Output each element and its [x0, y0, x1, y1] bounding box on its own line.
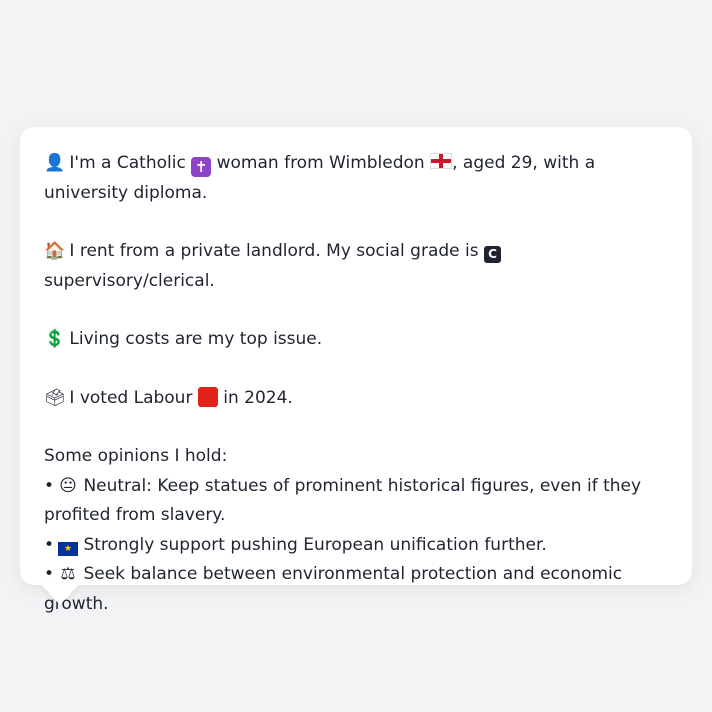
opinion-text: Strongly support pushing European unific… — [83, 534, 547, 555]
intro-text-1: I'm a Catholic — [69, 153, 186, 173]
vote-text-2: in 2024. — [223, 387, 293, 408]
house-icon: 🏠 — [44, 241, 66, 261]
speech-bubble-tail — [41, 584, 79, 605]
neutral-face-icon: 😐 — [59, 475, 77, 496]
england-flag-icon — [430, 153, 453, 169]
housing-text-1: I rent from a private landlord. My socia… — [69, 241, 479, 261]
bullet: • — [44, 534, 55, 555]
bullet: • — [44, 564, 55, 584]
opinion-item: • ★ Strongly support pushing European uni… — [44, 531, 668, 561]
intro-text-2: woman from Wimbledon — [216, 153, 425, 173]
housing-line: 🏠 I rent from a private landlord. My soc… — [44, 237, 668, 296]
dollar-sign-icon: 💲 — [44, 329, 66, 349]
opinion-item: • ⚖ Seek balance between environmental pr… — [44, 560, 668, 619]
grade-c-badge-icon: C — [484, 246, 501, 263]
issue-line: 💲 Living costs are my top issue. — [44, 325, 668, 355]
person-icon: 👤 — [44, 153, 66, 173]
bullet: • — [44, 475, 55, 496]
opinion-item: • 😐 Neutral: Keep statues of prominent hi… — [44, 472, 668, 531]
persona-message-bubble: 👤 I'm a Catholic ✝ woman from Wimbledon … — [20, 127, 692, 614]
opinions-heading: Some opinions I hold: — [44, 446, 228, 466]
eu-flag-icon: ★ — [58, 541, 79, 556]
housing-text-2: supervisory/clerical. — [44, 270, 215, 291]
issue-text: Living costs are my top issue. — [69, 329, 323, 349]
opinion-text: Seek balance between environmental prote… — [44, 564, 623, 614]
ballot-box-icon: 🗳 — [44, 387, 66, 408]
vote-text-1: I voted Labour — [69, 387, 193, 408]
red-square-icon — [197, 386, 218, 407]
vote-line: 🗳 I voted Labour in 2024. — [44, 384, 668, 414]
opinion-text: Neutral: Keep statues of prominent histo… — [44, 475, 642, 526]
latin-cross-icon: ✝ — [191, 157, 212, 177]
intro-line: 👤 I'm a Catholic ✝ woman from Wimbledon … — [44, 149, 668, 208]
